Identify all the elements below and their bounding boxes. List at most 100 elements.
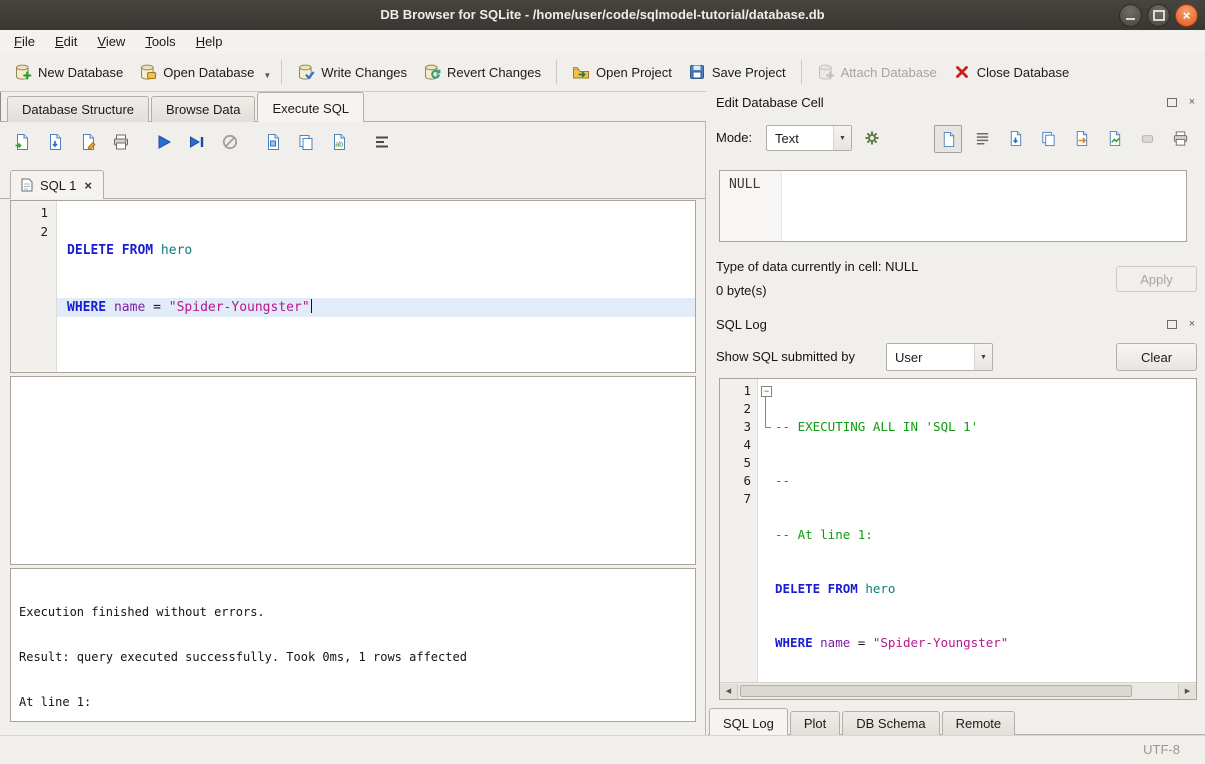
window-controls: ×	[1119, 4, 1198, 27]
sql-log-dock-title: SQL Log	[716, 317, 767, 332]
open-sql-file-icon	[13, 133, 31, 151]
red-x-icon	[953, 63, 971, 81]
fold-guide-line	[765, 396, 766, 427]
log-line: --	[775, 472, 1196, 490]
save-sql-file-button[interactable]	[41, 129, 68, 155]
dock-float-button[interactable]	[1165, 95, 1179, 109]
dock-float-button[interactable]	[1165, 317, 1179, 331]
cell-editor-toolbar	[934, 125, 1193, 153]
duplicate-tab-button[interactable]	[292, 129, 319, 155]
sql-document-icon	[21, 178, 33, 192]
find-replace-button[interactable]: ab	[325, 129, 352, 155]
play-icon	[155, 133, 173, 151]
tab-db-schema[interactable]: DB Schema	[842, 711, 939, 735]
edit-cell-dock-title: Edit Database Cell	[716, 95, 824, 110]
log-filter-value: User	[887, 350, 974, 365]
open-sql-file-button[interactable]	[8, 129, 35, 155]
sql-file-tab[interactable]: SQL 1 ×	[10, 170, 104, 199]
editor-code-area[interactable]: DELETE FROM hero WHERE name = "Spider-Yo…	[57, 201, 695, 372]
print-cell-button[interactable]	[1167, 125, 1193, 151]
tab-execute-sql[interactable]: Execute SQL	[257, 92, 364, 122]
text-view-toggle-button[interactable]	[934, 125, 962, 153]
open-sql-tab-button[interactable]	[259, 129, 286, 155]
tab-remote[interactable]: Remote	[942, 711, 1016, 735]
log-filter-combobox[interactable]: User ▼	[886, 343, 993, 371]
menu-file[interactable]: File	[4, 31, 45, 52]
query-results-grid[interactable]	[10, 376, 696, 565]
set-null-button[interactable]	[1134, 125, 1160, 151]
horizontal-scrollbar[interactable]: ◀ ▶	[720, 682, 1196, 699]
maximize-button[interactable]	[1147, 4, 1170, 27]
mode-label: Mode:	[716, 125, 752, 151]
minimize-button[interactable]	[1119, 4, 1142, 27]
mode-combobox[interactable]: Text ▼	[766, 125, 852, 151]
encoding-indicator[interactable]: UTF-8	[1143, 742, 1180, 757]
print-sql-button[interactable]	[107, 129, 134, 155]
clear-log-button[interactable]: Clear	[1116, 343, 1197, 371]
import-cell-data-button[interactable]	[1002, 125, 1028, 151]
new-database-button[interactable]: New Database	[6, 58, 131, 86]
cell-size-info: 0 byte(s)	[716, 283, 767, 298]
open-database-dropdown[interactable]: ▼	[260, 63, 274, 82]
execution-message-box[interactable]: Execution finished without errors. Resul…	[10, 568, 696, 722]
dock-close-button[interactable]: ×	[1185, 95, 1199, 109]
text-caret	[311, 299, 313, 313]
sql-string-literal: "Spider-Youngster"	[169, 300, 310, 315]
close-tab-icon[interactable]: ×	[83, 178, 93, 193]
sql-editor-toolbar: ab	[8, 127, 395, 157]
scroll-left-button[interactable]: ◀	[720, 684, 738, 699]
menu-view[interactable]: View	[87, 31, 135, 52]
close-button[interactable]: ×	[1175, 4, 1198, 27]
app-window: DB Browser for SQLite - /home/user/code/…	[0, 0, 1205, 764]
write-changes-button[interactable]: Write Changes	[289, 58, 415, 86]
cell-value-editor[interactable]: NULL	[719, 170, 1187, 242]
editor-line-number-gutter: 1 2	[11, 201, 57, 372]
document-icon	[940, 131, 957, 148]
close-database-label: Close Database	[977, 65, 1070, 80]
tab-plot[interactable]: Plot	[790, 711, 840, 735]
find-replace-icon: ab	[330, 133, 348, 151]
open-in-external-button[interactable]	[1101, 125, 1127, 151]
menu-help[interactable]: Help	[186, 31, 233, 52]
scrollbar-thumb[interactable]	[740, 685, 1132, 697]
scroll-right-button[interactable]: ▶	[1178, 684, 1196, 699]
word-wrap-button[interactable]	[969, 125, 995, 151]
database-new-icon	[14, 63, 32, 81]
fold-collapse-icon[interactable]: −	[761, 386, 772, 397]
execute-current-line-button[interactable]	[183, 129, 210, 155]
menu-tools[interactable]: Tools	[135, 31, 185, 52]
sql-log-view[interactable]: 1 2 3 4 5 6 7 − -- EXECUTING ALL IN 'SQL…	[719, 378, 1197, 700]
attach-database-button: Attach Database	[809, 58, 945, 86]
tab-database-structure[interactable]: Database Structure	[7, 96, 149, 122]
sql-field-name: name	[820, 635, 850, 650]
close-database-button[interactable]: Close Database	[945, 58, 1078, 86]
tab-sql-log[interactable]: SQL Log	[709, 708, 788, 735]
tab-browse-data[interactable]: Browse Data	[151, 96, 255, 122]
revert-changes-button[interactable]: Revert Changes	[415, 58, 549, 86]
open-project-button[interactable]: Open Project	[564, 58, 680, 86]
dock-close-button[interactable]: ×	[1185, 317, 1199, 331]
export-cell-data-button[interactable]	[1068, 125, 1094, 151]
maximize-icon	[1153, 10, 1165, 21]
log-line: DELETE FROM hero	[775, 580, 1196, 598]
mode-settings-button[interactable]	[858, 125, 886, 151]
execute-all-button[interactable]	[150, 129, 177, 155]
save-sql-file-icon	[46, 133, 64, 151]
sql-code-editor[interactable]: 1 2 DELETE FROM hero WHERE name = "Spide…	[10, 200, 696, 373]
format-sql-button[interactable]	[368, 129, 395, 155]
null-icon	[1139, 130, 1156, 147]
open-database-label: Open Database	[163, 65, 254, 80]
cell-edit-area[interactable]	[782, 171, 1186, 241]
sql-file-tab-bar: SQL 1 ×	[0, 168, 705, 199]
right-dock-area: Edit Database Cell × Mode: Text ▼	[706, 91, 1205, 735]
open-database-button[interactable]: Open Database	[131, 58, 262, 86]
menu-edit[interactable]: Edit	[45, 31, 87, 52]
save-sql-file-as-button[interactable]	[74, 129, 101, 155]
printer-icon	[1172, 130, 1189, 147]
copy-cell-data-button[interactable]	[1035, 125, 1061, 151]
save-project-button[interactable]: Save Project	[680, 58, 794, 86]
printer-icon	[112, 133, 130, 151]
fold-margin: −	[758, 379, 775, 699]
line-number: 7	[720, 490, 751, 508]
play-to-line-icon	[188, 133, 206, 151]
